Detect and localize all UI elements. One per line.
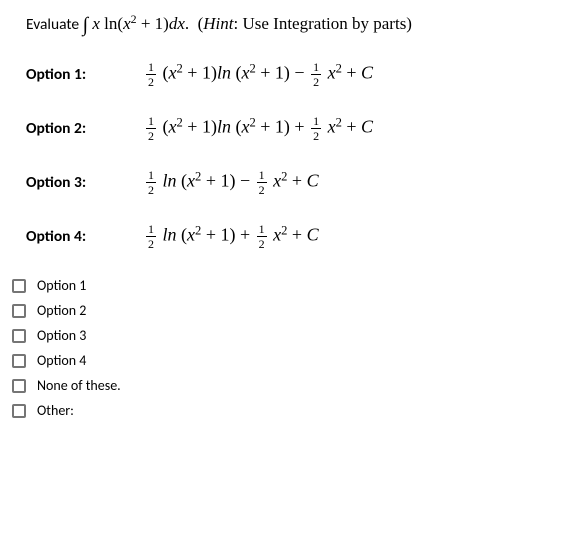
checkbox-icon[interactable] (12, 404, 26, 418)
answer-row[interactable]: Option 2 (12, 302, 569, 319)
answer-checkboxes: Option 1 Option 2 Option 3 Option 4 None… (12, 277, 569, 419)
answer-label: Option 3 (37, 327, 86, 344)
answer-row[interactable]: Other: (12, 402, 569, 419)
fraction: 12 (146, 169, 156, 196)
answer-label: Option 4 (37, 352, 86, 369)
option-4-label: Option 4: (26, 227, 144, 246)
question-hint: (Hint: Use Integration by parts) (198, 14, 412, 33)
option-3-label: Option 3: (26, 173, 144, 192)
fraction: 12 (146, 115, 156, 142)
question-integral: ∫ x ln(x2 + 1)dx. (83, 14, 198, 33)
answer-row[interactable]: Option 3 (12, 327, 569, 344)
checkbox-icon[interactable] (12, 379, 26, 393)
question-prefix: Evaluate (26, 15, 83, 34)
answer-label: None of these. (37, 377, 121, 394)
answer-label: Option 1 (37, 277, 86, 294)
checkbox-icon[interactable] (12, 354, 26, 368)
answer-row[interactable]: Option 1 (12, 277, 569, 294)
option-1-label: Option 1: (26, 65, 144, 84)
math-options: Option 1: 12 (x2 + 1)ln (x2 + 1) − 12 x2… (26, 61, 569, 250)
option-2-label: Option 2: (26, 119, 144, 138)
option-2-row: Option 2: 12 (x2 + 1)ln (x2 + 1) + 12 x2… (26, 115, 569, 142)
option-4-math: 12 ln (x2 + 1) + 12 x2 + C (144, 223, 319, 250)
option-2-math: 12 (x2 + 1)ln (x2 + 1) + 12 x2 + C (144, 115, 373, 142)
question-text: Evaluate ∫ x ln(x2 + 1)dx. (Hint: Use In… (26, 14, 569, 37)
checkbox-icon[interactable] (12, 329, 26, 343)
answer-label: Option 2 (37, 302, 86, 319)
option-3-math: 12 ln (x2 + 1) − 12 x2 + C (144, 169, 319, 196)
option-1-row: Option 1: 12 (x2 + 1)ln (x2 + 1) − 12 x2… (26, 61, 569, 88)
fraction: 12 (146, 61, 156, 88)
option-3-row: Option 3: 12 ln (x2 + 1) − 12 x2 + C (26, 169, 569, 196)
fraction: 12 (257, 169, 267, 196)
fraction: 12 (311, 115, 321, 142)
answer-row[interactable]: None of these. (12, 377, 569, 394)
fraction: 12 (311, 61, 321, 88)
checkbox-icon[interactable] (12, 304, 26, 318)
answer-label: Other: (37, 402, 74, 419)
option-1-math: 12 (x2 + 1)ln (x2 + 1) − 12 x2 + C (144, 61, 373, 88)
fraction: 12 (257, 223, 267, 250)
option-4-row: Option 4: 12 ln (x2 + 1) + 12 x2 + C (26, 223, 569, 250)
fraction: 12 (146, 223, 156, 250)
checkbox-icon[interactable] (12, 279, 26, 293)
answer-row[interactable]: Option 4 (12, 352, 569, 369)
